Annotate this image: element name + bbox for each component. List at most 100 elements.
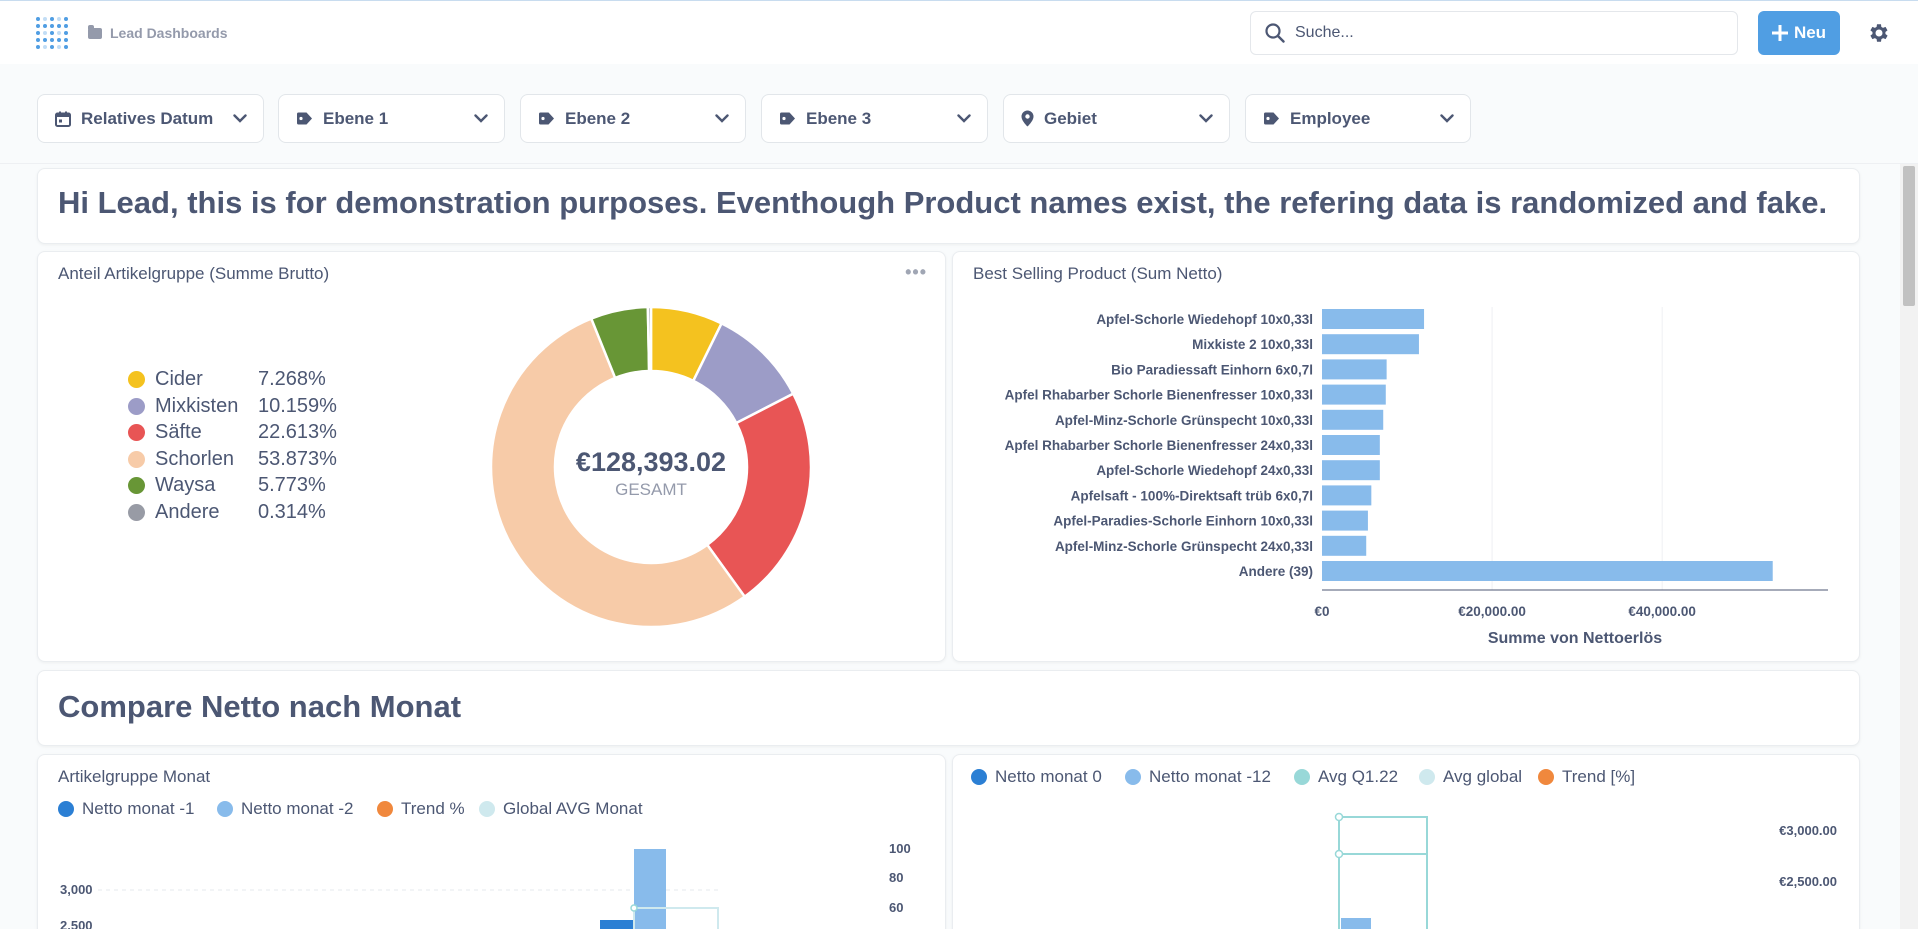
x-tick-label: €20,000.00 [1458,604,1526,619]
y-tick: €2,500.00 [1779,874,1837,889]
legend-percentage: 0.314% [258,500,326,523]
tag-icon [297,112,312,125]
search-bar[interactable] [1250,11,1738,55]
filter-employee[interactable]: Employee [1245,94,1471,143]
scrollbar-thumb[interactable] [1903,166,1915,306]
filter-gebiet[interactable]: Gebiet [1003,94,1230,143]
section-heading: Compare Netto nach Monat [58,689,462,724]
location-pin-icon [1021,110,1034,127]
chevron-down-icon [474,114,488,123]
logo-dot [36,38,40,42]
logo-dot [50,17,54,21]
filter-label: Gebiet [1044,108,1097,128]
bar-chart-card: Best Selling Product (Sum Netto) Apfel-S… [952,251,1860,662]
legend-dot [128,397,145,415]
text-card-banner: Hi Lead, this is for demonstration purpo… [37,168,1860,244]
app-logo-icon[interactable] [36,17,68,49]
chevron-down-icon [715,114,729,123]
y-tick-label: Apfel-Minz-Schorle Grünspecht 24x0,33l [1055,539,1313,554]
y-tick-label: Andere (39) [1239,564,1313,579]
filter-label: Ebene 2 [565,108,631,128]
text-card-section: Compare Netto nach Monat [37,670,1860,746]
y-tick-label: Apfel Rhabarber Schorle Bienenfresser 24… [1005,438,1313,453]
bar-chart: Apfel-Schorle Wiedehopf 10x0,33l Mixkiste… [1005,307,1828,647]
legend-item[interactable]: Schorlen 53.873% [128,447,337,471]
x-tick-label: €40,000.00 [1628,604,1696,619]
breadcrumb-collection[interactable]: Lead Dashboards [110,25,227,41]
bar[interactable] [1322,309,1425,329]
breadcrumb[interactable]: Lead Dashboards [88,24,227,41]
legend-percentage: 53.873% [258,447,337,470]
legend-item[interactable]: Waysa 5.773% [128,474,326,497]
logo-dot [64,31,68,35]
filter-relatives-datum[interactable]: Relatives Datum [37,94,264,143]
y-tick-left: 2,500 [60,918,93,929]
filter-label: Relatives Datum [81,108,214,128]
top-navbar: Lead Dashboards Neu [0,0,1918,64]
tag-icon [539,112,554,125]
x-axis-label: Summe von Nettoerlös [1488,630,1662,647]
new-button[interactable]: Neu [1758,11,1840,55]
pie-chart-card: Anteil Artikelgruppe (Summe Brutto) ••• … [37,251,946,662]
filter-ebene-1[interactable]: Ebene 1 [278,94,505,143]
y-tick-right: 80 [889,870,903,885]
y-tick-right: 60 [889,900,903,915]
filter-label: Ebene 3 [806,108,872,128]
bar[interactable] [1322,334,1419,355]
legend-item[interactable]: Cider 7.268% [128,368,326,391]
logo-dot [57,31,61,35]
bar[interactable] [1322,435,1380,455]
y-tick-left: 3,000 [60,882,93,897]
logo-dot [43,45,47,49]
y-tick-label: Apfel-Paradies-Schorle Einhorn 10x0,33l [1053,514,1313,529]
filter-label: Employee [1290,108,1371,128]
logo-dot [57,24,61,28]
calendar-icon [55,111,71,127]
logo-dot [43,38,47,42]
plus-icon [1771,25,1788,41]
bar[interactable] [1322,510,1368,531]
legend-percentage: 22.613% [258,421,337,443]
legend-percentage: 10.159% [258,394,337,417]
gear-icon[interactable] [1866,21,1890,45]
logo-dot [50,38,54,42]
bar-avg-q1 [1338,816,1428,929]
logo-dot [36,31,40,35]
trend-point [1334,849,1344,859]
new-button-label: Neu [1793,23,1827,42]
logo-dot [43,24,47,28]
logo-dot [36,45,40,49]
card-title[interactable]: Anteil Artikelgruppe (Summe Brutto) [58,264,329,284]
bar[interactable] [1322,561,1773,581]
search-input[interactable] [1295,24,1695,42]
bar[interactable] [1322,460,1380,481]
bar[interactable] [1322,409,1384,430]
logo-dot [50,24,54,28]
legend-item[interactable]: Andere 0.314% [128,501,326,524]
bar[interactable] [1322,359,1387,380]
compare-chart-card: Netto monat 0 Netto monat -12 Avg Q1.22 … [952,754,1860,929]
tag-icon [1264,112,1279,125]
bar[interactable] [1322,535,1367,556]
pie-slice-andere[interactable] [646,307,653,373]
filter-ebene-2[interactable]: Ebene 2 [520,94,746,143]
legend-percentage: 7.268% [258,368,326,390]
filter-ebene-3[interactable]: Ebene 3 [761,94,988,143]
bar[interactable] [1322,485,1372,506]
legend-label: Schorlen [155,447,234,470]
legend-item[interactable]: Säfte 22.613% [128,421,337,444]
banner-text: Hi Lead, this is for demonstration purpo… [58,185,1828,220]
legend-dot [128,424,145,441]
bar[interactable] [1322,384,1386,405]
chevron-down-icon [1199,114,1213,123]
bar-netto-monat-2 [634,849,666,929]
tag-icon [780,112,795,125]
legend-dot [128,450,145,468]
logo-dot [64,38,68,42]
logo-dot [36,17,40,21]
more-options-icon[interactable]: ••• [905,262,927,283]
chevron-down-icon [233,114,247,123]
legend-item[interactable]: Mixkisten 10.159% [128,395,337,418]
y-tick: €3,000.00 [1779,823,1837,838]
logo-dot [64,24,68,28]
